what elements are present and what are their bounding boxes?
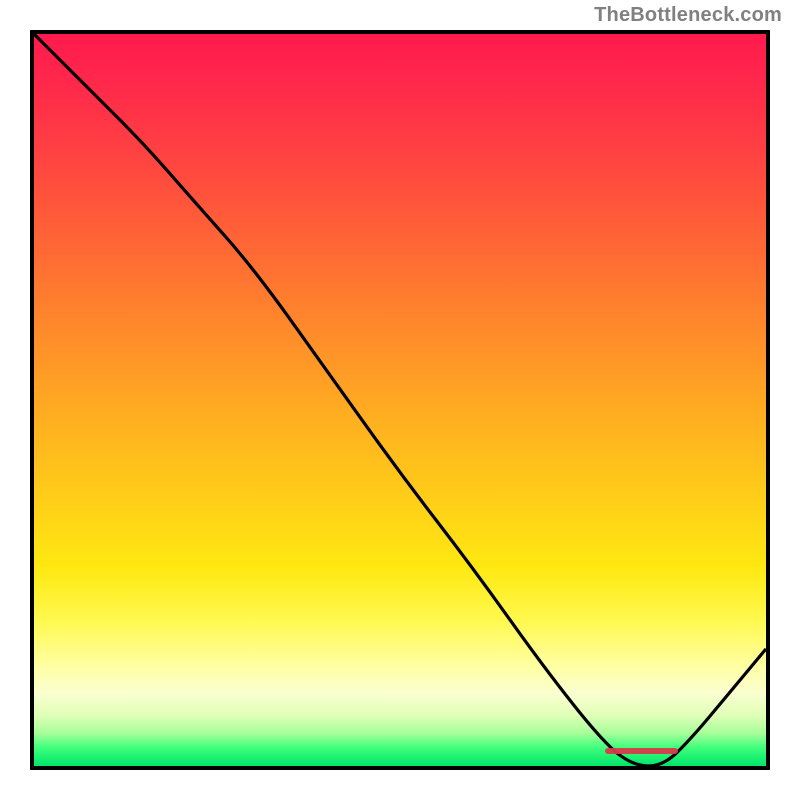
chart-root: TheBottleneck.com — [0, 0, 800, 800]
plot-area — [30, 30, 770, 770]
bottleneck-curve-path — [34, 34, 766, 766]
bottleneck-curve — [34, 34, 766, 766]
optimum-marker — [605, 748, 678, 754]
attribution-label: TheBottleneck.com — [594, 4, 782, 27]
